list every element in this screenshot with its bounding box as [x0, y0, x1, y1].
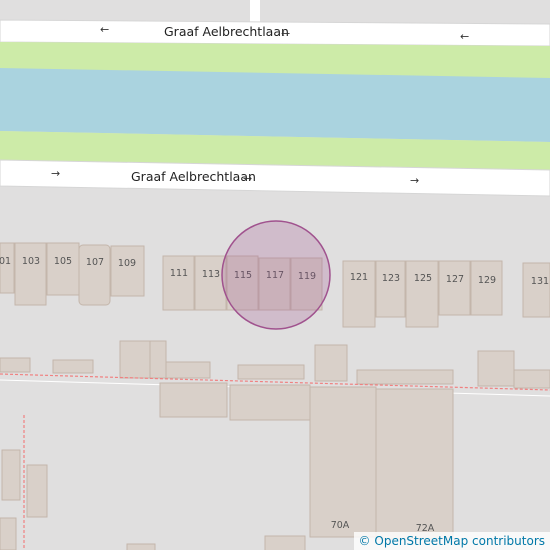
- house-number: 121: [350, 272, 368, 283]
- building: [1, 449, 21, 501]
- side-street: [250, 0, 260, 22]
- house-number: 125: [414, 273, 432, 284]
- building: [119, 340, 151, 379]
- building: [405, 260, 439, 328]
- building: [513, 369, 550, 389]
- house-number: 70A: [331, 520, 350, 531]
- house-number: 131: [531, 276, 549, 287]
- building: [237, 364, 305, 380]
- building: [314, 344, 348, 382]
- building: [342, 260, 376, 328]
- top-land-left: [0, 0, 250, 18]
- building: [78, 244, 111, 306]
- house-number: 103: [22, 256, 40, 267]
- location-highlight-circle[interactable]: [221, 220, 331, 330]
- house-number: 109: [118, 258, 136, 269]
- building: [110, 245, 145, 297]
- house-number: 107: [86, 257, 104, 268]
- building: [309, 386, 377, 538]
- attribution-link[interactable]: OpenStreetMap contributors: [374, 534, 545, 548]
- building: [149, 340, 167, 379]
- oneway-arrow: ←: [460, 30, 469, 43]
- building: [470, 260, 503, 316]
- oneway-arrow: →: [51, 167, 60, 180]
- building: [522, 262, 550, 318]
- building: [165, 361, 211, 379]
- house-number: 127: [446, 274, 464, 285]
- building: [0, 517, 17, 550]
- oneway-arrow: →: [243, 172, 252, 185]
- building: [375, 388, 454, 540]
- building: [194, 255, 227, 311]
- house-number: 129: [478, 275, 496, 286]
- house-number: 123: [382, 273, 400, 284]
- canal-water: [0, 68, 550, 142]
- oneway-arrow: ←: [281, 27, 290, 40]
- building: [159, 382, 228, 418]
- house-number: 101: [0, 256, 11, 267]
- oneway-arrow: →: [410, 174, 419, 187]
- building: [264, 535, 306, 550]
- building: [126, 543, 156, 550]
- attribution: © OpenStreetMap contributors: [353, 532, 550, 550]
- copyright-symbol: ©: [358, 534, 371, 548]
- building: [356, 369, 454, 385]
- building: [0, 242, 15, 294]
- building: [229, 384, 311, 421]
- building: [162, 255, 195, 311]
- building: [0, 357, 31, 373]
- building: [375, 260, 406, 318]
- oneway-arrow: ←: [100, 23, 109, 36]
- building: [438, 260, 471, 316]
- building: [477, 350, 515, 387]
- map-canvas[interactable]: Graaf Aelbrechtlaan ← ← ← Graaf Aelbrech…: [0, 0, 550, 550]
- building: [46, 242, 80, 296]
- street-label-south: Graaf Aelbrechtlaan: [131, 169, 256, 184]
- house-number: 105: [54, 256, 72, 267]
- building: [14, 242, 47, 306]
- house-number: 111: [170, 268, 188, 279]
- building: [52, 359, 94, 374]
- street-label-north: Graaf Aelbrechtlaan: [164, 24, 289, 39]
- house-number: 113: [202, 269, 220, 280]
- building: [26, 464, 48, 518]
